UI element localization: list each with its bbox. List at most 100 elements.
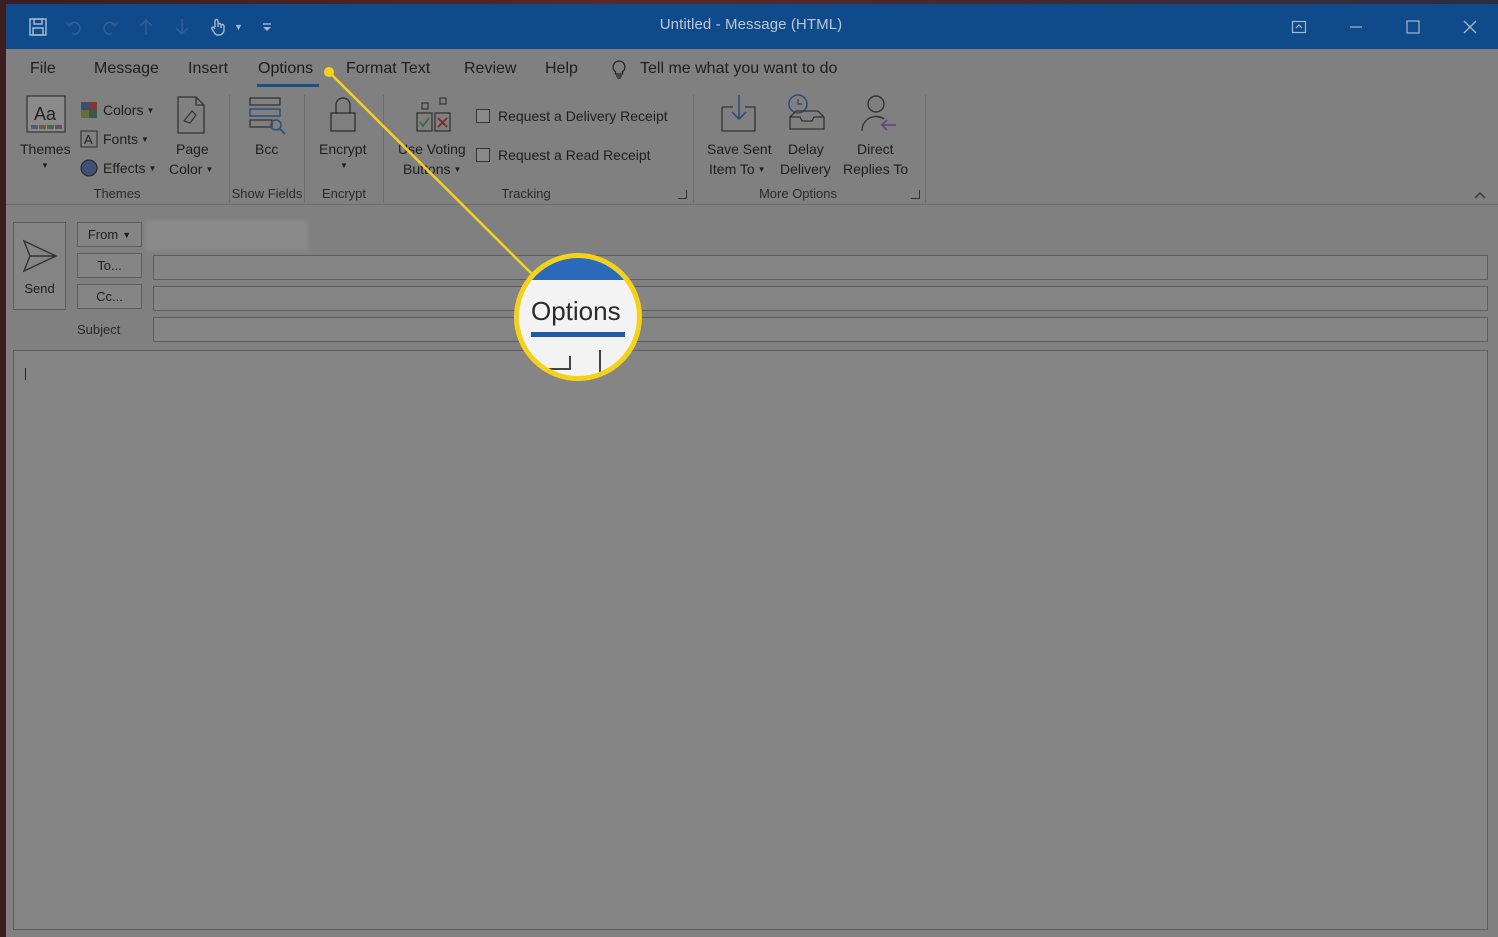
lightbulb-icon [612,60,626,79]
themes-group-label: Themes [93,186,141,201]
voting-label-line2: Buttons ▼ [403,161,462,177]
undo-icon[interactable] [62,15,86,39]
read-receipt-label: Request a Read Receipt [498,147,651,163]
minimize-icon[interactable] [1327,4,1384,49]
save-sent-item-icon [721,95,756,132]
send-icon [22,239,58,273]
delivery-receipt-label: Request a Delivery Receipt [498,108,668,124]
effects-icon [80,159,98,177]
voting-buttons-icon [416,97,451,132]
show-fields-group-label: Show Fields [231,186,303,201]
to-button[interactable]: To... [77,253,142,278]
lock-icon [330,97,356,132]
magnifier-underline [531,332,625,337]
magnifier-options-label: Options [531,296,621,326]
delay-delivery-icon [788,94,825,130]
from-dropdown-icon: ▼ [122,229,132,240]
save-sent-label-line1: Save Sent [707,141,772,157]
more-options-group-label: More Options [758,186,838,201]
magnifier-detail-shape [533,356,571,370]
send-label: Send [24,281,55,296]
group-separator [304,95,305,203]
group-separator [229,95,230,203]
bcc-label: Bcc [255,141,279,157]
page-color-label-line1: Page [176,141,209,157]
touch-mode-icon[interactable] [206,15,230,39]
fonts-icon: A [80,130,98,148]
tracking-dialog-launcher-icon[interactable] [678,190,687,199]
direct-replies-icon [861,95,896,132]
tell-me-text: Tell me what you want to do [640,60,838,77]
fonts-label: Fonts ▼ [103,131,149,147]
collapse-ribbon-icon[interactable] [1474,189,1486,201]
ribbon: Aa Themes ▼ Colors ▼ A Fonts ▼ Effects ▼ Pa… [6,89,1498,205]
close-icon[interactable] [1441,4,1498,49]
to-label: To... [97,258,122,273]
voting-label-line1: Use Voting [398,141,466,157]
save-sent-label-line2: Item To ▼ [709,161,766,177]
themes-icon: Aa [26,95,66,133]
subject-field[interactable] [153,317,1488,342]
magnifier-titlebar-strip [519,258,637,280]
svg-text:A: A [84,132,93,147]
window-title: Untitled - Message (HTML) [659,16,843,33]
tab-file[interactable]: File [30,60,56,78]
title-bar: ▼ Untitled - Message (HTML) [6,4,1498,49]
window-controls [1270,4,1498,49]
tab-message[interactable]: Message [94,60,159,78]
save-icon[interactable] [26,15,50,39]
themes-dropdown-icon: ▼ [41,161,49,170]
more-options-dialog-launcher-icon[interactable] [911,190,920,199]
ribbon-tabs: File Message Insert Options Format Text … [6,49,1498,89]
ribbon-display-options-icon[interactable] [1270,4,1327,49]
cc-field[interactable] [153,286,1488,311]
subject-label: Subject [77,322,121,337]
group-separator [383,95,384,203]
from-label: From [87,227,119,242]
tab-options[interactable]: Options [258,60,313,78]
from-button[interactable]: From ▼ [77,222,142,247]
cc-label: Cc... [96,289,123,304]
themes-label: Themes [20,141,71,157]
active-tab-indicator [257,84,319,87]
delay-label-line2: Delivery [780,161,831,177]
delay-label-line1: Delay [788,141,824,157]
customize-icon[interactable] [255,15,279,39]
tab-review[interactable]: Review [464,60,516,78]
tab-help[interactable]: Help [545,60,578,78]
colors-label: Colors ▼ [103,102,155,118]
magnifier-detail-separator [599,350,601,376]
read-receipt-checkbox-box[interactable] [476,148,490,162]
direct-label-line2: Replies To [843,161,909,177]
down-arrow-icon[interactable] [170,15,194,39]
up-arrow-icon[interactable] [134,15,158,39]
text-cursor [25,368,26,380]
cc-button[interactable]: Cc... [77,284,142,309]
message-body[interactable] [13,350,1488,930]
group-separator [925,95,926,203]
colors-icon [81,102,97,118]
encrypt-dropdown-icon: ▼ [340,161,348,170]
maximize-icon[interactable] [1384,4,1441,49]
touch-mode-dropdown-icon[interactable]: ▼ [234,22,243,32]
tab-format-text[interactable]: Format Text [346,60,430,78]
effects-label: Effects ▼ [103,160,157,176]
direct-label-line1: Direct [857,141,894,157]
to-field[interactable] [153,255,1488,280]
page-color-icon [177,96,205,134]
delivery-receipt-checkbox-box[interactable] [476,109,490,123]
tracking-group-label: Tracking [501,186,551,201]
tab-insert[interactable]: Insert [188,60,228,78]
page-color-label-line2: Color ▼ [169,161,214,177]
outlook-message-window: ▼ Untitled - Message (HTML) File Message… [6,4,1498,937]
encrypt-group-label: Encrypt [321,186,367,201]
svg-text:Aa: Aa [34,104,57,124]
bcc-icon [249,97,286,135]
from-address-redacted [146,220,308,251]
send-button[interactable]: Send [13,222,66,310]
encrypt-label: Encrypt [319,141,367,157]
redo-icon[interactable] [98,15,122,39]
options-tab-magnifier-callout: Options [514,253,642,381]
quick-access-toolbar: ▼ [26,14,279,40]
tell-me-search[interactable]: Tell me what you want to do [610,59,837,79]
